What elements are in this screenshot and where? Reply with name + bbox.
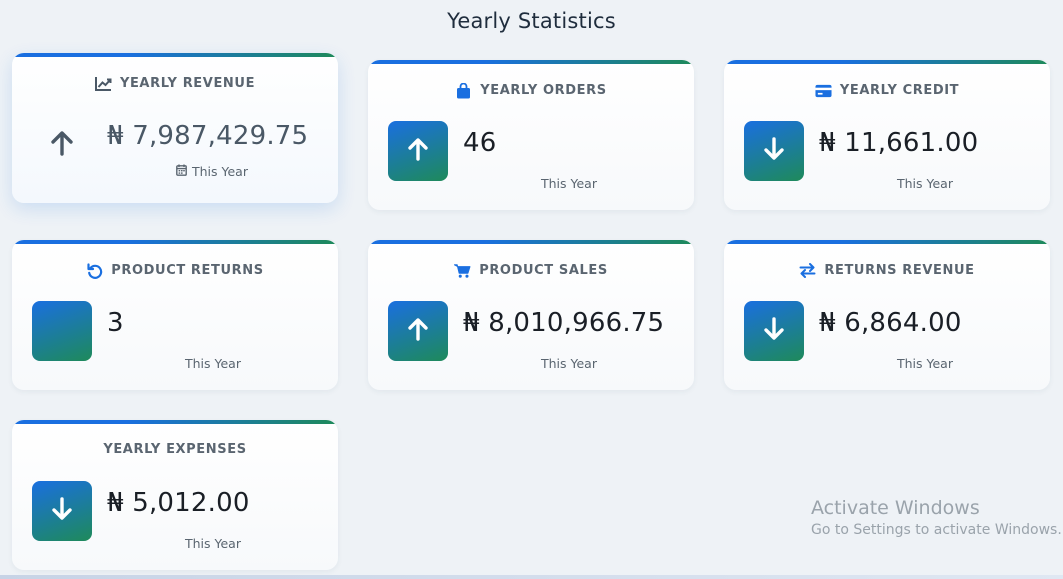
chart-line-icon — [94, 75, 112, 92]
card-value: 3 — [107, 308, 124, 338]
card-title: YEARLY REVENUE — [119, 76, 256, 91]
product-returns-card[interactable]: PRODUCT RETURNS 3 This Year — [12, 240, 338, 390]
card-period: This Year — [541, 356, 597, 371]
card-title: YEARLY CREDIT — [839, 83, 960, 98]
watermark-title: Activate Windows — [811, 497, 980, 519]
trend-icon-box — [32, 301, 92, 361]
activation-watermark: Activate Windows Go to Settings to activ… — [811, 497, 1062, 538]
card-title: PRODUCT SALES — [479, 263, 608, 278]
yearly-orders-card[interactable]: YEARLY ORDERS 46 This Year — [368, 60, 694, 210]
calendar-icon — [176, 164, 187, 179]
yearly-credit-card[interactable]: YEARLY CREDIT ₦ 11,661.00 This Year — [724, 60, 1050, 210]
card-period: This Year — [897, 176, 953, 191]
exchange-icon — [799, 262, 816, 279]
yearly-revenue-card[interactable]: YEARLY REVENUE ₦ 7,987,429.75 This Year — [12, 53, 338, 203]
card-period: This Year — [185, 356, 241, 371]
card-value: ₦ 7,987,429.75 — [107, 121, 309, 151]
undo-icon — [86, 262, 103, 279]
arrow-down-icon — [763, 317, 785, 345]
card-value: ₦ 6,864.00 — [819, 308, 962, 338]
trend-icon-box — [744, 301, 804, 361]
arrow-down-icon — [763, 137, 785, 165]
card-header: YEARLY REVENUE — [12, 75, 338, 92]
card-title: RETURNS REVENUE — [824, 263, 975, 278]
card-header: RETURNS REVENUE — [724, 262, 1050, 279]
card-title: PRODUCT RETURNS — [111, 263, 264, 278]
card-value: ₦ 11,661.00 — [819, 128, 979, 158]
card-header: PRODUCT SALES — [368, 262, 694, 279]
bottom-scroll-edge — [0, 575, 1063, 579]
arrow-up-icon — [44, 125, 80, 161]
cart-icon — [454, 262, 471, 279]
trend-icon-box — [388, 301, 448, 361]
product-sales-card[interactable]: PRODUCT SALES ₦ 8,010,966.75 This Year — [368, 240, 694, 390]
trend-icon-box — [744, 121, 804, 181]
card-value: ₦ 5,012.00 — [107, 488, 250, 518]
arrow-up-icon — [407, 137, 429, 165]
card-header: PRODUCT RETURNS — [12, 262, 338, 279]
card-header: YEARLY EXPENSES — [12, 442, 338, 457]
card-period: This Year — [176, 164, 248, 179]
shopping-bag-icon — [455, 82, 472, 99]
card-title: YEARLY ORDERS — [480, 83, 607, 98]
card-title: YEARLY EXPENSES — [103, 442, 247, 457]
page-title: Yearly Statistics — [447, 9, 616, 33]
trend-icon-box — [388, 121, 448, 181]
arrow-down-icon — [51, 497, 73, 525]
card-period: This Year — [185, 536, 241, 551]
card-period: This Year — [541, 176, 597, 191]
card-value: 46 — [463, 128, 497, 158]
trend-icon-box — [32, 481, 92, 541]
card-header: YEARLY CREDIT — [724, 82, 1050, 99]
credit-card-icon — [815, 82, 832, 99]
returns-revenue-card[interactable]: RETURNS REVENUE ₦ 6,864.00 This Year — [724, 240, 1050, 390]
watermark-subtitle: Go to Settings to activate Windows. — [811, 522, 1062, 538]
yearly-expenses-card[interactable]: YEARLY EXPENSES ₦ 5,012.00 This Year — [12, 420, 338, 570]
card-period: This Year — [897, 356, 953, 371]
card-header: YEARLY ORDERS — [368, 82, 694, 99]
arrow-up-icon — [407, 317, 429, 345]
card-value: ₦ 8,010,966.75 — [463, 308, 665, 338]
